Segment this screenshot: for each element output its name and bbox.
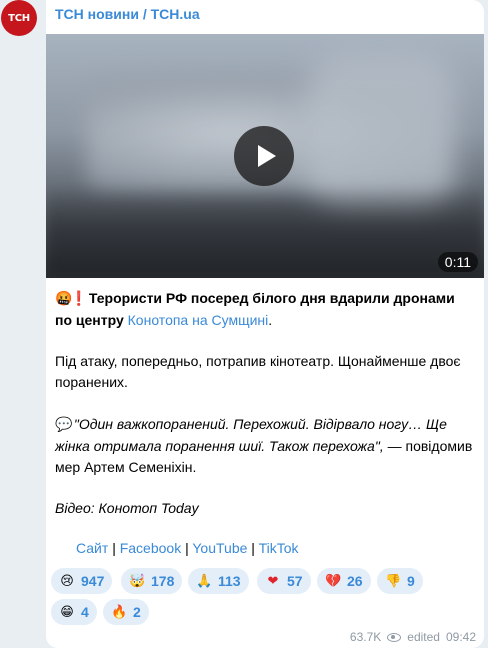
post-paragraph: Під атаку, попередньо, потрапив кінотеат… (55, 353, 461, 390)
reaction-praying[interactable]: 🙏 113 (188, 568, 249, 594)
reaction-count: 2 (133, 604, 141, 620)
reaction-count: 26 (347, 573, 363, 589)
link-separator: | (251, 540, 255, 556)
message-time: 09:42 (445, 630, 476, 644)
play-button[interactable] (234, 126, 294, 186)
reaction-count: 178 (151, 573, 175, 589)
video-duration: 0:11 (437, 252, 478, 272)
reaction-count: 57 (287, 573, 303, 589)
tiktok-link[interactable]: TikTok (259, 540, 299, 556)
social-links: Сайт | Facebook | YouTube | TikTok (76, 540, 299, 556)
reaction-grimacing[interactable]: 😁 4 (51, 599, 97, 625)
channel-name[interactable]: ТСН новини / ТСН.ua (55, 6, 200, 22)
play-icon (257, 145, 276, 167)
channel-avatar[interactable]: ТСН (1, 0, 37, 36)
reaction-count: 9 (407, 573, 415, 589)
headline-period: . (268, 312, 273, 328)
site-link[interactable]: Сайт (76, 540, 108, 556)
video-thumbnail-shadow (46, 184, 484, 278)
reaction-heart[interactable]: ❤ 57 (257, 568, 311, 594)
thumbs-down-icon: 👎 (385, 573, 402, 589)
link-separator: | (112, 540, 116, 556)
reaction-broken-heart[interactable]: 💔 26 (317, 568, 371, 594)
post-quote: 💬 "Один важкопоранений. Перехожий. Відір… (55, 414, 474, 478)
link-separator: | (185, 540, 189, 556)
broken-heart-icon: 💔 (325, 573, 342, 589)
exploding-head-icon: 🤯 (129, 573, 146, 589)
post-headline: 🤬❗ Терористи РФ посеред білого дня вдари… (55, 288, 474, 331)
video-credit: Відео: Конотоп Today (55, 498, 474, 519)
facebook-link[interactable]: Facebook (120, 540, 181, 556)
exclamation-icon: ❗ (70, 291, 88, 307)
reaction-count: 4 (81, 604, 89, 620)
message-meta: 63.7K edited 09:42 (350, 630, 476, 644)
grimacing-face-icon: 😁 (60, 604, 74, 620)
avatar-logo-text: ТСН (8, 12, 30, 24)
location-link[interactable]: Конотопа на Сумщині (128, 312, 269, 328)
praying-hands-icon: 🙏 (196, 573, 213, 589)
reaction-thumbs-down[interactable]: 👎 9 (377, 568, 423, 594)
reaction-crying[interactable]: 😢 947 (51, 568, 113, 594)
video-player[interactable]: 0:11 (46, 34, 484, 278)
crying-face-icon: 😢 (60, 573, 74, 589)
reaction-count: 947 (81, 573, 105, 589)
youtube-link[interactable]: YouTube (192, 540, 247, 556)
view-count: 63.7K (349, 630, 382, 644)
edited-label: edited (407, 630, 440, 644)
message-bubble: ТСН новини / ТСН.ua 0:11 🤬❗ Терористи РФ… (46, 0, 484, 648)
red-heart-icon: ❤ (267, 573, 279, 589)
angry-face-icon: 🤬 (55, 291, 73, 307)
speech-bubble-icon: 💬 (55, 417, 73, 433)
reaction-count: 113 (218, 573, 241, 589)
video-credit-text: Відео: Конотоп Today (55, 500, 199, 516)
reaction-exploding-head[interactable]: 🤯 178 (121, 568, 183, 594)
fire-icon: 🔥 (111, 604, 128, 620)
reaction-fire[interactable]: 🔥 2 (103, 599, 149, 625)
eye-icon (387, 632, 402, 642)
